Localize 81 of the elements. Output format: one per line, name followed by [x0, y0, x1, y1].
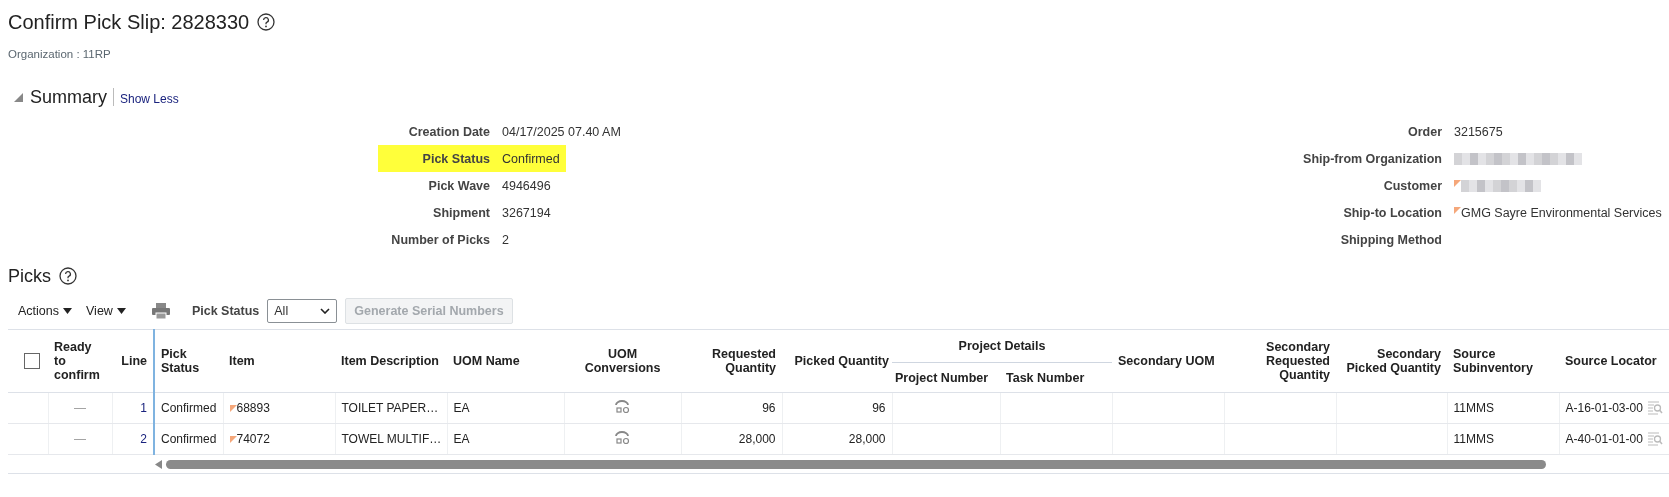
field-label: Customer: [1382, 177, 1442, 195]
field-label: Shipment: [432, 204, 490, 222]
table-cell: 28,000: [848, 432, 886, 446]
horizontal-scrollbar[interactable]: [166, 459, 1546, 469]
table-cell: 28,000: [738, 432, 776, 446]
column-header[interactable]: Item Description: [341, 354, 441, 368]
flag-icon: [1454, 207, 1461, 214]
page-title: Confirm Pick Slip: 2828330: [8, 10, 250, 34]
field-label: Ship-to Location: [1342, 204, 1442, 222]
column-header[interactable]: Task Number: [1006, 370, 1106, 385]
column-header[interactable]: Requested Quantity: [687, 347, 776, 375]
caret-icon: [116, 308, 126, 314]
actions-menu[interactable]: Actions: [18, 304, 72, 318]
table-cell: 74072: [236, 432, 270, 446]
field-value: 04/17/2025 07.40 AM: [502, 123, 622, 141]
table-cell: Confirmed: [161, 401, 217, 415]
column-group-header: Project Details: [957, 339, 1047, 353]
search-icon[interactable]: [1646, 400, 1663, 416]
show-less-link[interactable]: Show Less: [120, 91, 179, 106]
column-header[interactable]: Secondary UOM: [1118, 354, 1218, 368]
scroll-left-icon[interactable]: [155, 459, 162, 469]
field-value: 4946496: [502, 177, 552, 195]
column-header[interactable]: Pick Status: [161, 347, 217, 375]
table-cell: TOWEL MULTIF…: [341, 432, 442, 446]
column-header[interactable]: Secondary Requested Quantity: [1230, 340, 1330, 382]
field-label: Order: [1406, 123, 1442, 141]
table-cell: 96: [872, 401, 886, 415]
field-label: Shipping Method: [1339, 231, 1442, 249]
table-cell: 11MMS: [1453, 401, 1494, 415]
print-icon[interactable]: [151, 303, 170, 319]
table-cell: A-40-01-01-00: [1565, 432, 1643, 446]
collapse-triangle-icon[interactable]: [12, 91, 24, 103]
column-header[interactable]: Source Locator: [1565, 354, 1663, 368]
table-cell: —: [74, 432, 86, 446]
chevron-down-icon: [320, 308, 331, 314]
search-icon[interactable]: [1646, 431, 1663, 447]
help-icon[interactable]: [59, 267, 77, 285]
section-title: Summary: [30, 86, 107, 108]
table-cell: TOILET PAPER…: [341, 401, 439, 415]
pick-status-select[interactable]: All: [267, 299, 338, 323]
flag-icon: [1454, 180, 1461, 187]
table-cell: EA: [453, 401, 470, 415]
field-label: Creation Date: [407, 123, 490, 141]
field-value: 3267194: [502, 204, 552, 222]
column-header[interactable]: Project Number: [895, 370, 997, 385]
column-header[interactable]: Line: [118, 354, 147, 368]
field-label: Pick Wave: [427, 177, 490, 195]
field-value: GMG Sayre Environmental Services: [1461, 205, 1662, 220]
conversion-icon[interactable]: [615, 399, 630, 414]
field-label: Pick Status: [378, 145, 490, 172]
column-header[interactable]: Ready to confirm: [54, 340, 106, 382]
column-header[interactable]: Item: [229, 354, 329, 368]
column-header[interactable]: Secondary Picked Quantity: [1342, 347, 1441, 375]
help-icon[interactable]: [257, 13, 276, 31]
filter-label: Pick Status: [191, 304, 260, 318]
table-cell: 11MMS: [1453, 432, 1494, 446]
conversion-icon[interactable]: [615, 430, 630, 445]
select-all-checkbox[interactable]: [24, 353, 40, 369]
column-header[interactable]: UOM Name: [453, 354, 558, 368]
field-value: 3215675: [1454, 124, 1503, 139]
caret-icon: [63, 308, 72, 314]
table-cell: 2: [140, 432, 147, 446]
column-header[interactable]: Picked Quantity: [785, 354, 889, 368]
table-cell: 1: [140, 401, 147, 415]
organization-label: Organization : 11RP: [7, 47, 112, 62]
field-label: Number of Picks: [390, 231, 490, 249]
table-cell: 96: [762, 401, 776, 415]
section-title: Picks: [8, 265, 51, 287]
view-menu[interactable]: View: [86, 304, 126, 318]
table-cell: Confirmed: [161, 432, 217, 446]
field-label: Ship-from Organization: [1302, 150, 1442, 168]
column-header[interactable]: Source Subinventory: [1453, 347, 1553, 375]
column-header[interactable]: UOM Conversions: [570, 347, 675, 375]
flag-icon: [229, 405, 237, 412]
table-cell: 68893: [236, 401, 270, 415]
field-value: Confirmed: [490, 145, 566, 172]
flag-icon: [229, 436, 237, 443]
table-cell: —: [74, 401, 86, 415]
table-cell: EA: [453, 432, 470, 446]
table-cell: A-16-01-03-00: [1565, 401, 1643, 415]
field-value: 2: [502, 231, 510, 249]
